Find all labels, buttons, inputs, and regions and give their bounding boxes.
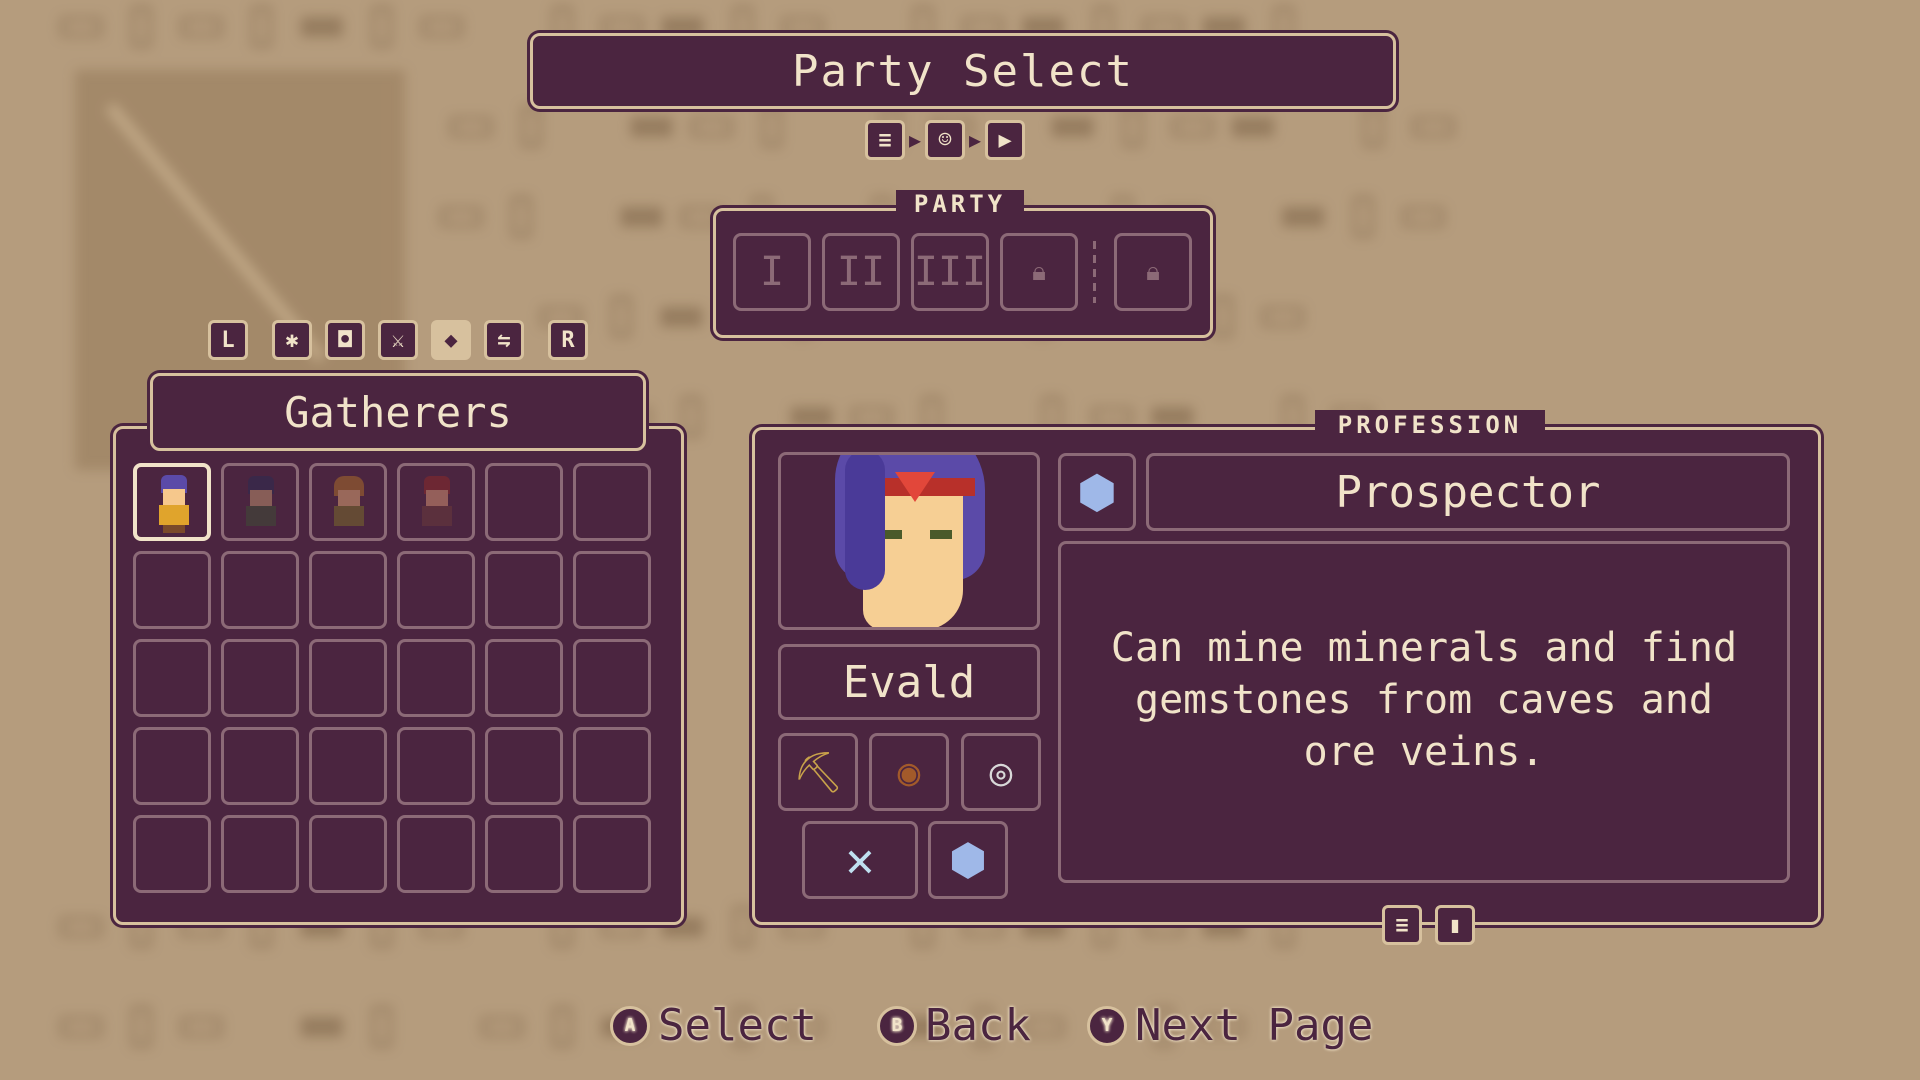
filter-prev-button[interactable]: L xyxy=(208,320,248,360)
category-title: Gatherers xyxy=(284,387,512,437)
gem-icon: ⬢ xyxy=(948,834,988,886)
roster-slot[interactable] xyxy=(221,463,299,541)
gem-filter-icon[interactable]: ◆ xyxy=(431,320,471,360)
info-list-tab[interactable]: ≡ xyxy=(1382,905,1422,945)
roster-slot[interactable] xyxy=(397,463,475,541)
next-page-hint[interactable]: Y Next Page xyxy=(1087,1000,1373,1051)
party-slot-1[interactable]: I xyxy=(733,233,811,311)
roster-slot-empty[interactable] xyxy=(133,815,211,893)
roster-slot-evald[interactable] xyxy=(133,463,211,541)
equip-slot-hat[interactable]: ◉ xyxy=(869,733,949,811)
roster-slot-empty[interactable] xyxy=(133,551,211,629)
party-slot-locked-2[interactable]: 🔒︎ xyxy=(1114,233,1192,311)
roster-slot-empty[interactable] xyxy=(573,727,651,805)
roster-slot-empty[interactable] xyxy=(133,639,211,717)
party-divider xyxy=(1093,241,1096,303)
title-bar: Party Select xyxy=(530,33,1396,109)
roster-slot-empty[interactable] xyxy=(221,639,299,717)
roster-category-tab: Gatherers xyxy=(150,373,646,451)
lock-icon: 🔒︎ xyxy=(1032,256,1046,287)
roster-slot-empty[interactable] xyxy=(573,815,651,893)
party-slot-2[interactable]: II xyxy=(822,233,900,311)
sword-filter-icon[interactable]: ⚔ xyxy=(378,320,418,360)
back-hint[interactable]: B Back xyxy=(877,1000,1031,1051)
profession-icon-frame: ⬢ xyxy=(1058,453,1136,531)
equip-slot-ring[interactable]: ◎ xyxy=(961,733,1041,811)
roster-slot-empty[interactable] xyxy=(309,727,387,805)
box-filter-icon[interactable]: ◘ xyxy=(325,320,365,360)
roster-slot-empty[interactable] xyxy=(485,551,563,629)
party-slot-locked-1[interactable]: 🔒︎ xyxy=(1000,233,1078,311)
chevron-right-icon: ▶ xyxy=(909,128,922,152)
filter-next-button[interactable]: R xyxy=(548,320,588,360)
equip-slot-pickaxe[interactable]: ⛏ xyxy=(778,733,858,811)
roster-slot-empty[interactable] xyxy=(221,815,299,893)
star-filter-icon[interactable]: ✱ xyxy=(272,320,312,360)
roster-slot-empty[interactable] xyxy=(309,639,387,717)
roster-filters: L ✱ ◘ ⚔ ◆ ⇋ R xyxy=(208,320,588,360)
character-sprite xyxy=(418,476,456,532)
swap-filter-icon[interactable]: ⇋ xyxy=(484,320,524,360)
roster-slot-empty[interactable] xyxy=(221,727,299,805)
party-panel: I II III 🔒︎ 🔒︎ xyxy=(713,208,1213,338)
equip-slot-gem[interactable]: ⬢ xyxy=(928,821,1008,899)
a-button-icon: A xyxy=(610,1005,650,1046)
pickaxe-icon: ⛏ xyxy=(792,749,844,796)
character-sprite xyxy=(242,476,280,532)
stats-tab[interactable]: ▮ xyxy=(1435,905,1475,945)
character-name: Evald xyxy=(842,656,976,708)
lock-icon: 🔒︎ xyxy=(1146,256,1160,287)
y-button-icon: Y xyxy=(1087,1005,1127,1046)
profession-description: Can mine minerals and find gemstones fro… xyxy=(1110,625,1738,775)
roster-slot-empty[interactable] xyxy=(133,727,211,805)
chevron-right-icon: ▶ xyxy=(969,128,982,152)
ring-icon: ◎ xyxy=(989,750,1013,794)
roster-slot-empty[interactable] xyxy=(397,727,475,805)
profession-name-plate: Prospector xyxy=(1146,453,1790,531)
character-name-plate: Evald xyxy=(778,644,1040,720)
character-sprite xyxy=(155,475,193,533)
profession-label: PROFESSION xyxy=(1315,410,1545,440)
face-icon[interactable]: ☺ xyxy=(925,120,966,160)
roster-grid xyxy=(133,463,663,903)
character-portrait-frame xyxy=(778,452,1040,630)
roster-slot-empty[interactable] xyxy=(397,639,475,717)
roster-slot-empty[interactable] xyxy=(573,463,651,541)
roster-slot-empty[interactable] xyxy=(397,815,475,893)
hat-icon: ◉ xyxy=(897,750,921,794)
party-slot-3[interactable]: III xyxy=(911,233,989,311)
b-button-icon: B xyxy=(877,1005,917,1046)
roster-slot-empty[interactable] xyxy=(397,551,475,629)
roster-slot-empty[interactable] xyxy=(221,551,299,629)
page-nav: ≡ ▶ ☺ ▶ ▶ xyxy=(865,120,1060,160)
select-hint[interactable]: A Select xyxy=(610,1000,817,1051)
roster-slot[interactable] xyxy=(309,463,387,541)
roster-slot-empty[interactable] xyxy=(573,639,651,717)
play-icon[interactable]: ▶ xyxy=(985,120,1026,160)
profession-description-box: Can mine minerals and find gemstones fro… xyxy=(1058,541,1790,883)
roster-slot-empty[interactable] xyxy=(309,551,387,629)
roster-slot-empty[interactable] xyxy=(485,639,563,717)
list-icon[interactable]: ≡ xyxy=(865,120,905,160)
character-sprite xyxy=(330,476,368,532)
page-title: Party Select xyxy=(792,45,1134,97)
roster-slot-empty[interactable] xyxy=(485,815,563,893)
roster-slot-empty[interactable] xyxy=(485,727,563,805)
profession-name: Prospector xyxy=(1335,466,1601,518)
roster-slot-empty[interactable] xyxy=(485,463,563,541)
party-label: PARTY xyxy=(896,190,1024,218)
roster-slot-empty[interactable] xyxy=(309,815,387,893)
equip-slot-tools[interactable]: ✕ xyxy=(802,821,918,899)
roster-slot-empty[interactable] xyxy=(573,551,651,629)
gem-icon: ⬢ xyxy=(1076,465,1118,519)
character-portrait xyxy=(825,455,995,627)
crossed-tools-icon: ✕ xyxy=(845,832,875,888)
